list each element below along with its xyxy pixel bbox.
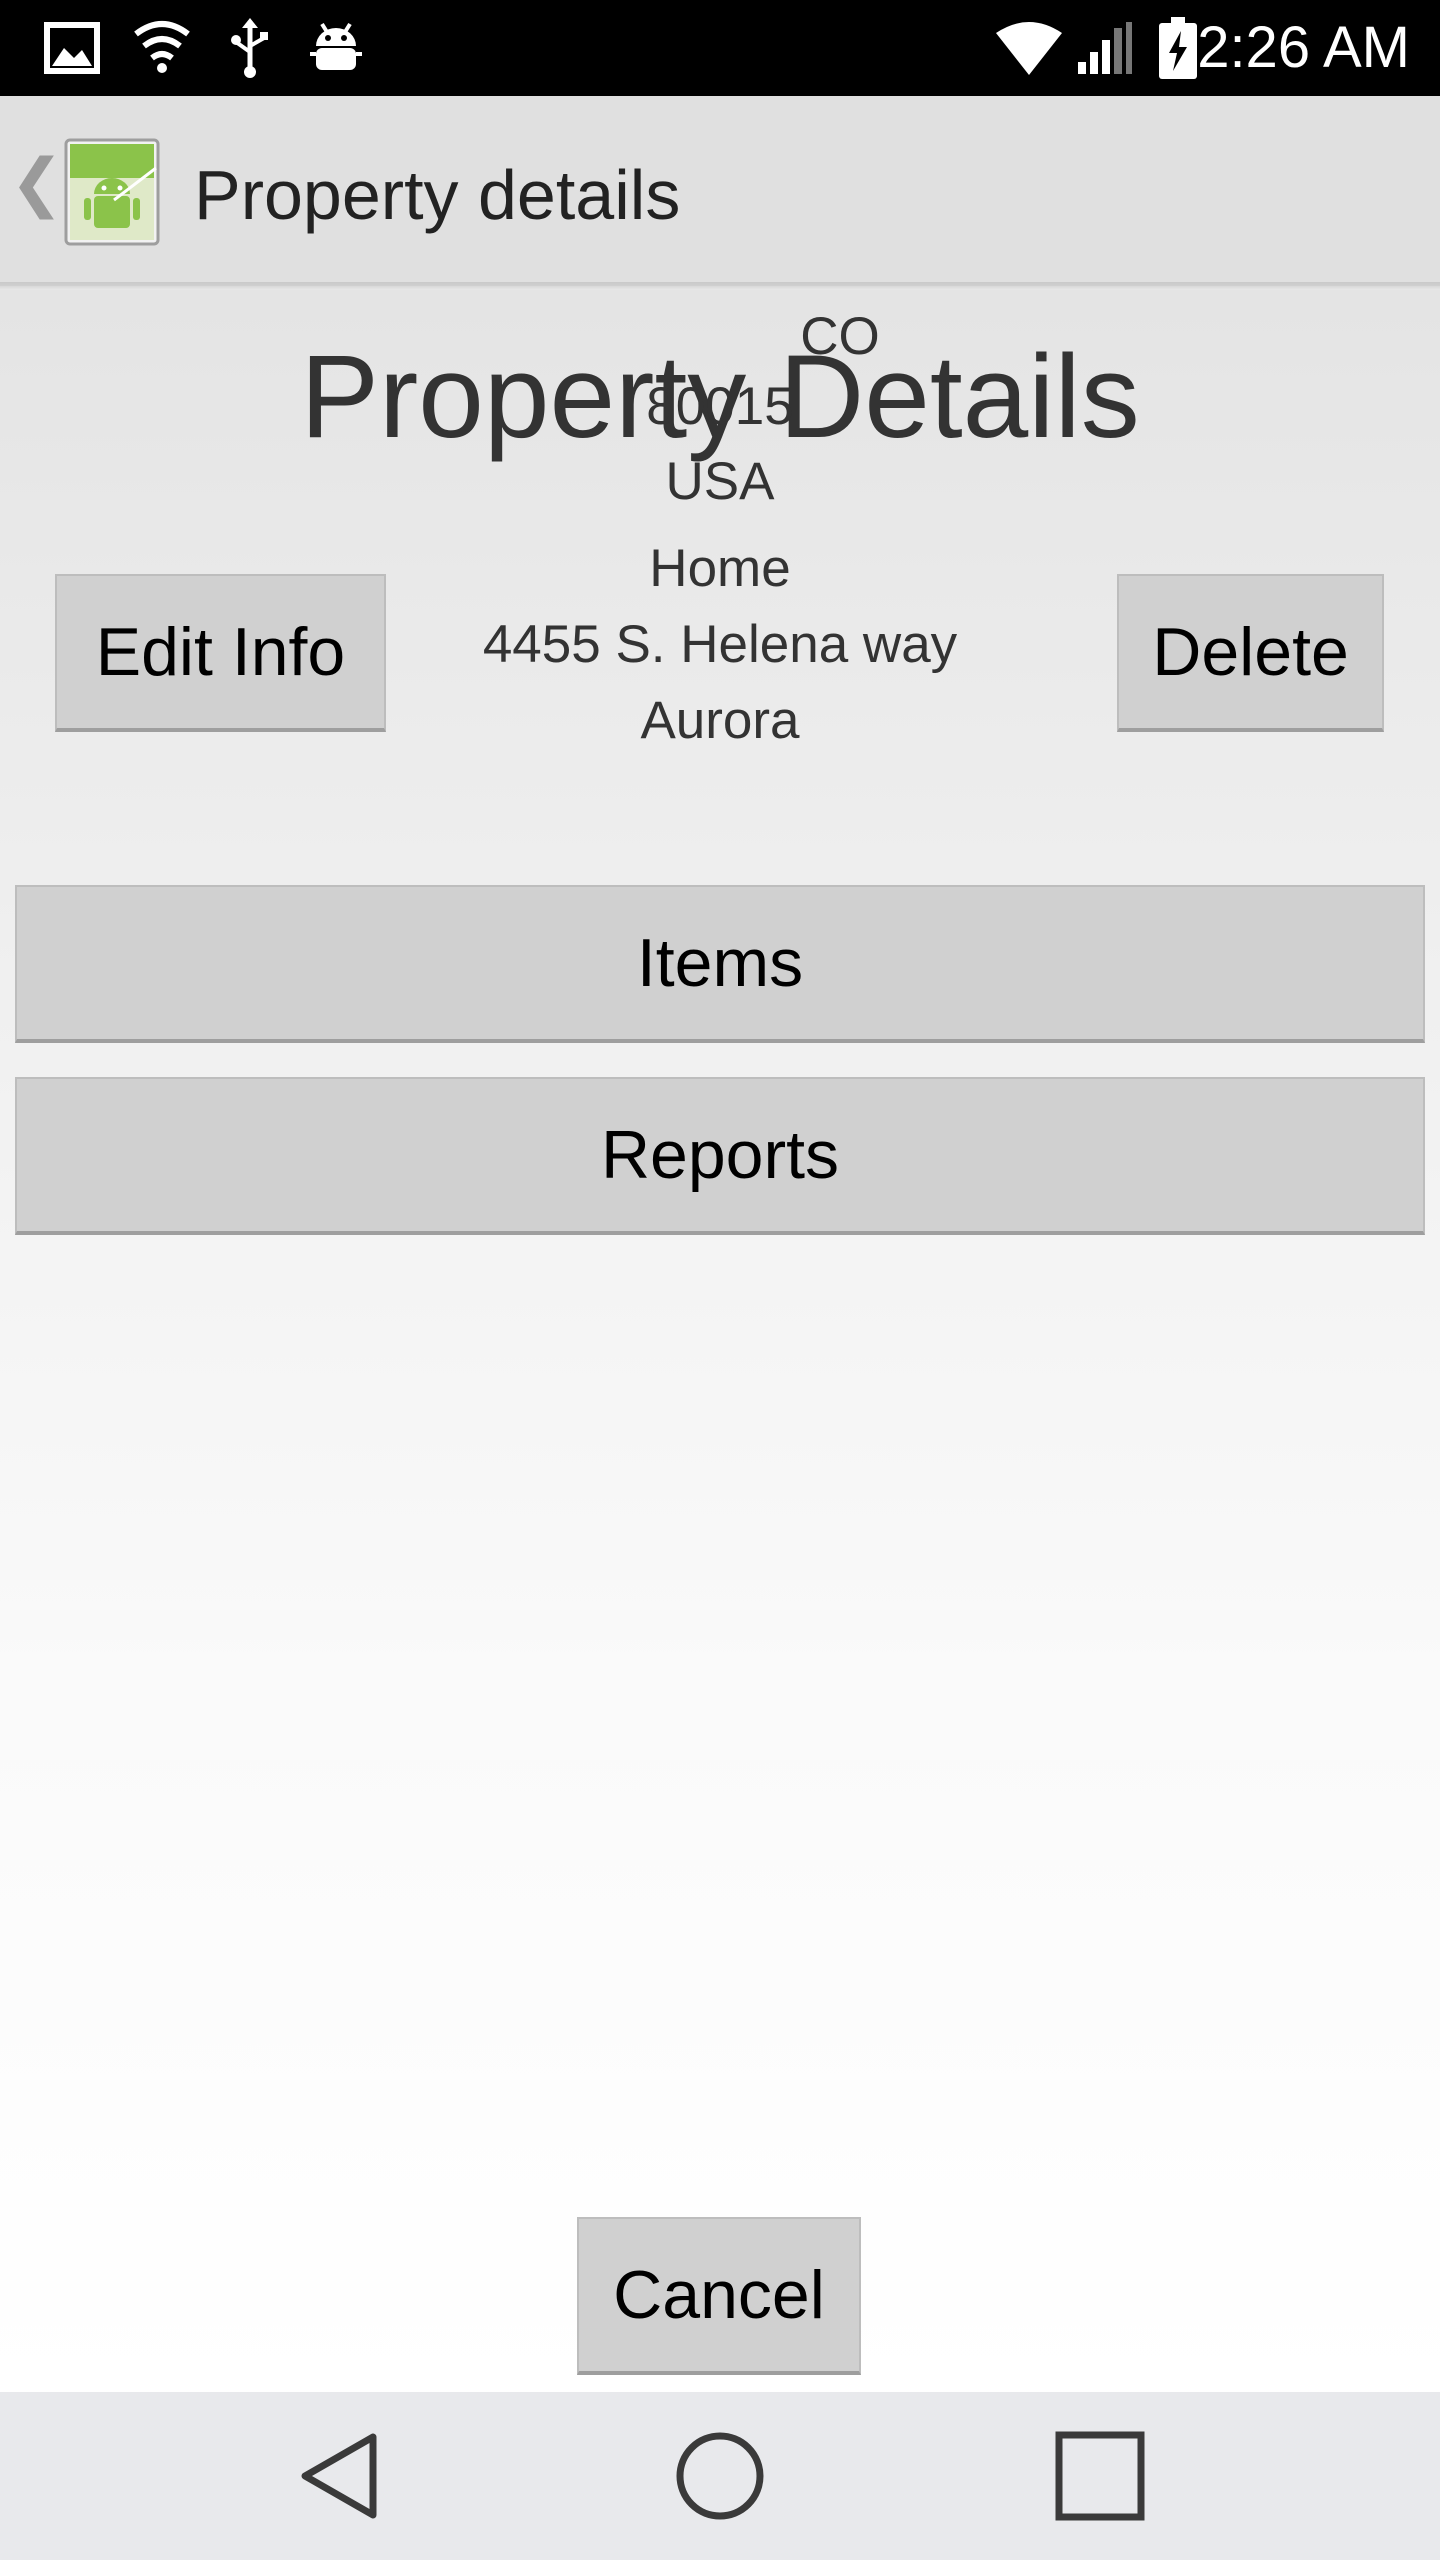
edit-info-button[interactable]: Edit Info bbox=[55, 574, 386, 732]
battery-charging-icon bbox=[1156, 17, 1200, 79]
content-area: Property Details CO 80015 USA Home 4455 … bbox=[0, 290, 1440, 2392]
status-bar: 2:26 AM bbox=[0, 0, 1440, 96]
wifi-icon bbox=[994, 18, 1064, 78]
shield-wifi-icon bbox=[130, 18, 194, 78]
recents-icon[interactable] bbox=[1050, 2426, 1150, 2526]
status-time: 2:26 AM bbox=[1197, 15, 1410, 80]
address-country: USA bbox=[665, 452, 775, 511]
delete-button[interactable]: Delete bbox=[1117, 574, 1384, 732]
items-button[interactable]: Items bbox=[15, 885, 1425, 1043]
usb-icon bbox=[218, 18, 282, 78]
address-state: CO bbox=[800, 307, 880, 366]
reports-button[interactable]: Reports bbox=[15, 1077, 1425, 1235]
signal-icon bbox=[1074, 18, 1134, 78]
app-icon[interactable] bbox=[64, 138, 160, 246]
navigation-bar bbox=[0, 2392, 1440, 2560]
android-debug-icon bbox=[304, 18, 368, 78]
action-bar-title: Property details bbox=[194, 156, 681, 234]
home-icon[interactable] bbox=[670, 2426, 770, 2526]
address-zip: 80015 bbox=[646, 377, 794, 436]
image-icon bbox=[40, 18, 104, 78]
back-icon[interactable] bbox=[290, 2426, 390, 2526]
up-navigation-icon[interactable]: ❮ bbox=[10, 150, 64, 214]
cancel-button[interactable]: Cancel bbox=[577, 2217, 861, 2375]
